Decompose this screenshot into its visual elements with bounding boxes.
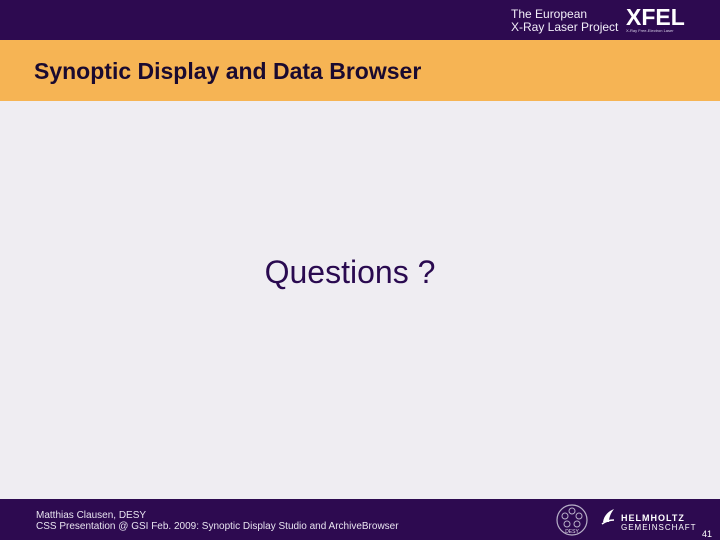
desy-logo-text: DESY [565,529,579,535]
footer-event: CSS Presentation @ GSI Feb. 2009: Synopt… [36,521,399,532]
helmholtz-line-2: GEMEINSCHAFT [621,523,697,532]
project-name: The European X-Ray Laser Project [511,8,618,34]
slide-title: Synoptic Display and Data Browser [34,58,422,84]
desy-logo-icon: DESY [556,504,588,536]
footer-author: Matthias Clausen, DESY [36,510,147,521]
slide: The European X-Ray Laser Project XFEL X-… [0,0,720,540]
xfel-logo-subtext: X-Ray Free-Electron Laser [626,28,674,33]
questions-text: Questions ? [264,254,436,290]
xfel-logo: XFEL [626,4,685,30]
page-number: 41 [702,529,713,539]
content-area [0,101,720,499]
project-line-2: X-Ray Laser Project [511,20,619,34]
helmholtz-logo-icon [601,509,615,525]
helmholtz-line-1: HELMHOLTZ [621,513,685,523]
